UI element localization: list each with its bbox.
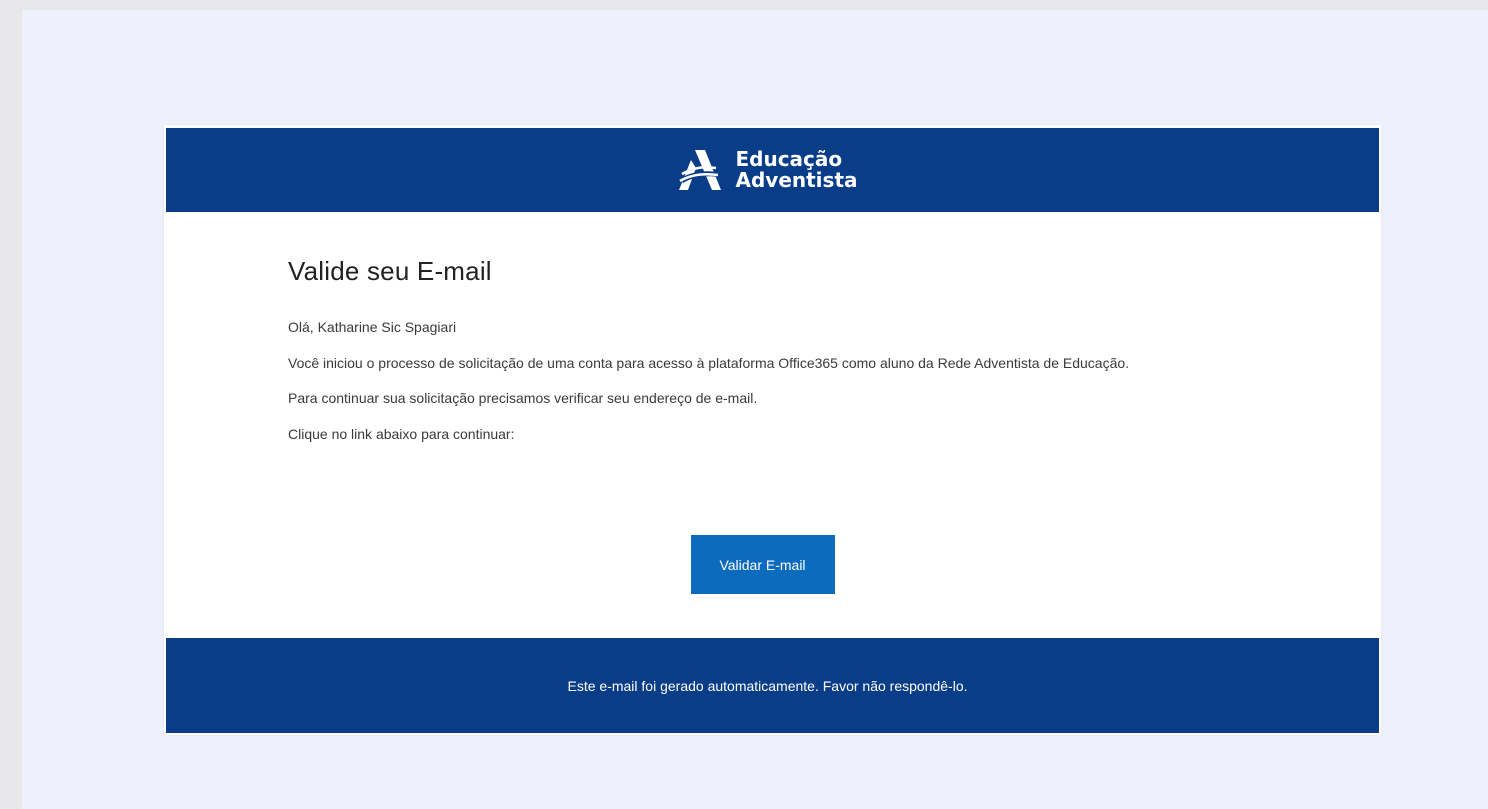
email-title: Valide seu E-mail [288, 256, 492, 286]
greeting-text: Olá, Katharine Sic Spagiari [288, 319, 457, 335]
logo-line-1: Educação [735, 147, 843, 171]
brand-logo-text: Educação Adventista [735, 149, 857, 191]
email-card: Educação Adventista Valide seu E-mail Ol… [164, 125, 1381, 735]
validate-email-button[interactable]: Validar E-mail [690, 535, 835, 594]
brand-logo: Educação Adventista [677, 148, 858, 192]
email-header: Educação Adventista [166, 128, 1379, 212]
logo-line-2: Adventista [735, 168, 858, 192]
email-viewer-background: Educação Adventista Valide seu E-mail Ol… [22, 10, 1488, 809]
verify-instruction-text: Para continuar sua solicitação precisamo… [288, 390, 758, 406]
email-body: Valide seu E-mail Olá, Katharine Sic Spa… [288, 233, 1268, 445]
footer-notice-text: Este e-mail foi gerado automaticamente. … [567, 677, 968, 694]
educacao-adventista-logo-icon [679, 150, 722, 190]
click-instruction-text: Clique no link abaixo para continuar: [288, 426, 515, 442]
cta-container: Validar E-mail [164, 535, 1381, 594]
email-footer: Este e-mail foi gerado automaticamente. … [166, 638, 1379, 733]
intro-text: Você iniciou o processo de solicitação d… [288, 355, 1130, 371]
